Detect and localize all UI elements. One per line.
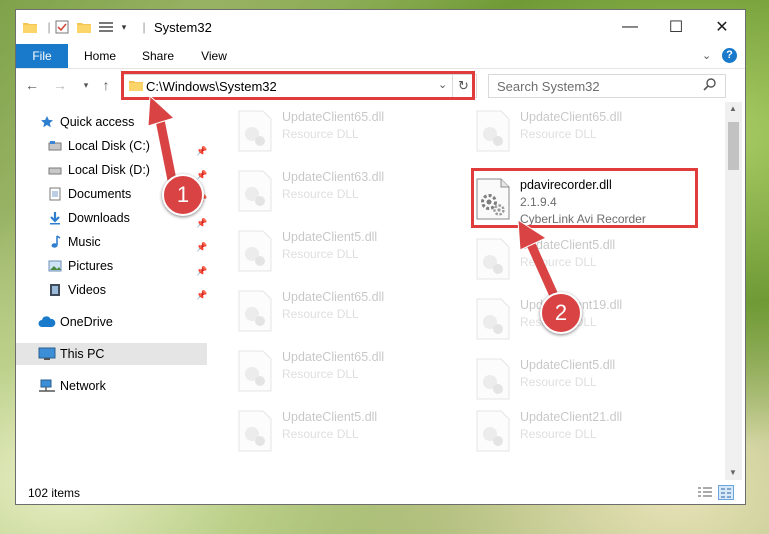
annotation-arrows — [147, 94, 561, 305]
arrow-2 — [517, 219, 561, 305]
step-badge-1: 1 — [162, 174, 204, 216]
step-badge-2: 2 — [540, 292, 582, 334]
arrow-1 — [147, 94, 177, 185]
